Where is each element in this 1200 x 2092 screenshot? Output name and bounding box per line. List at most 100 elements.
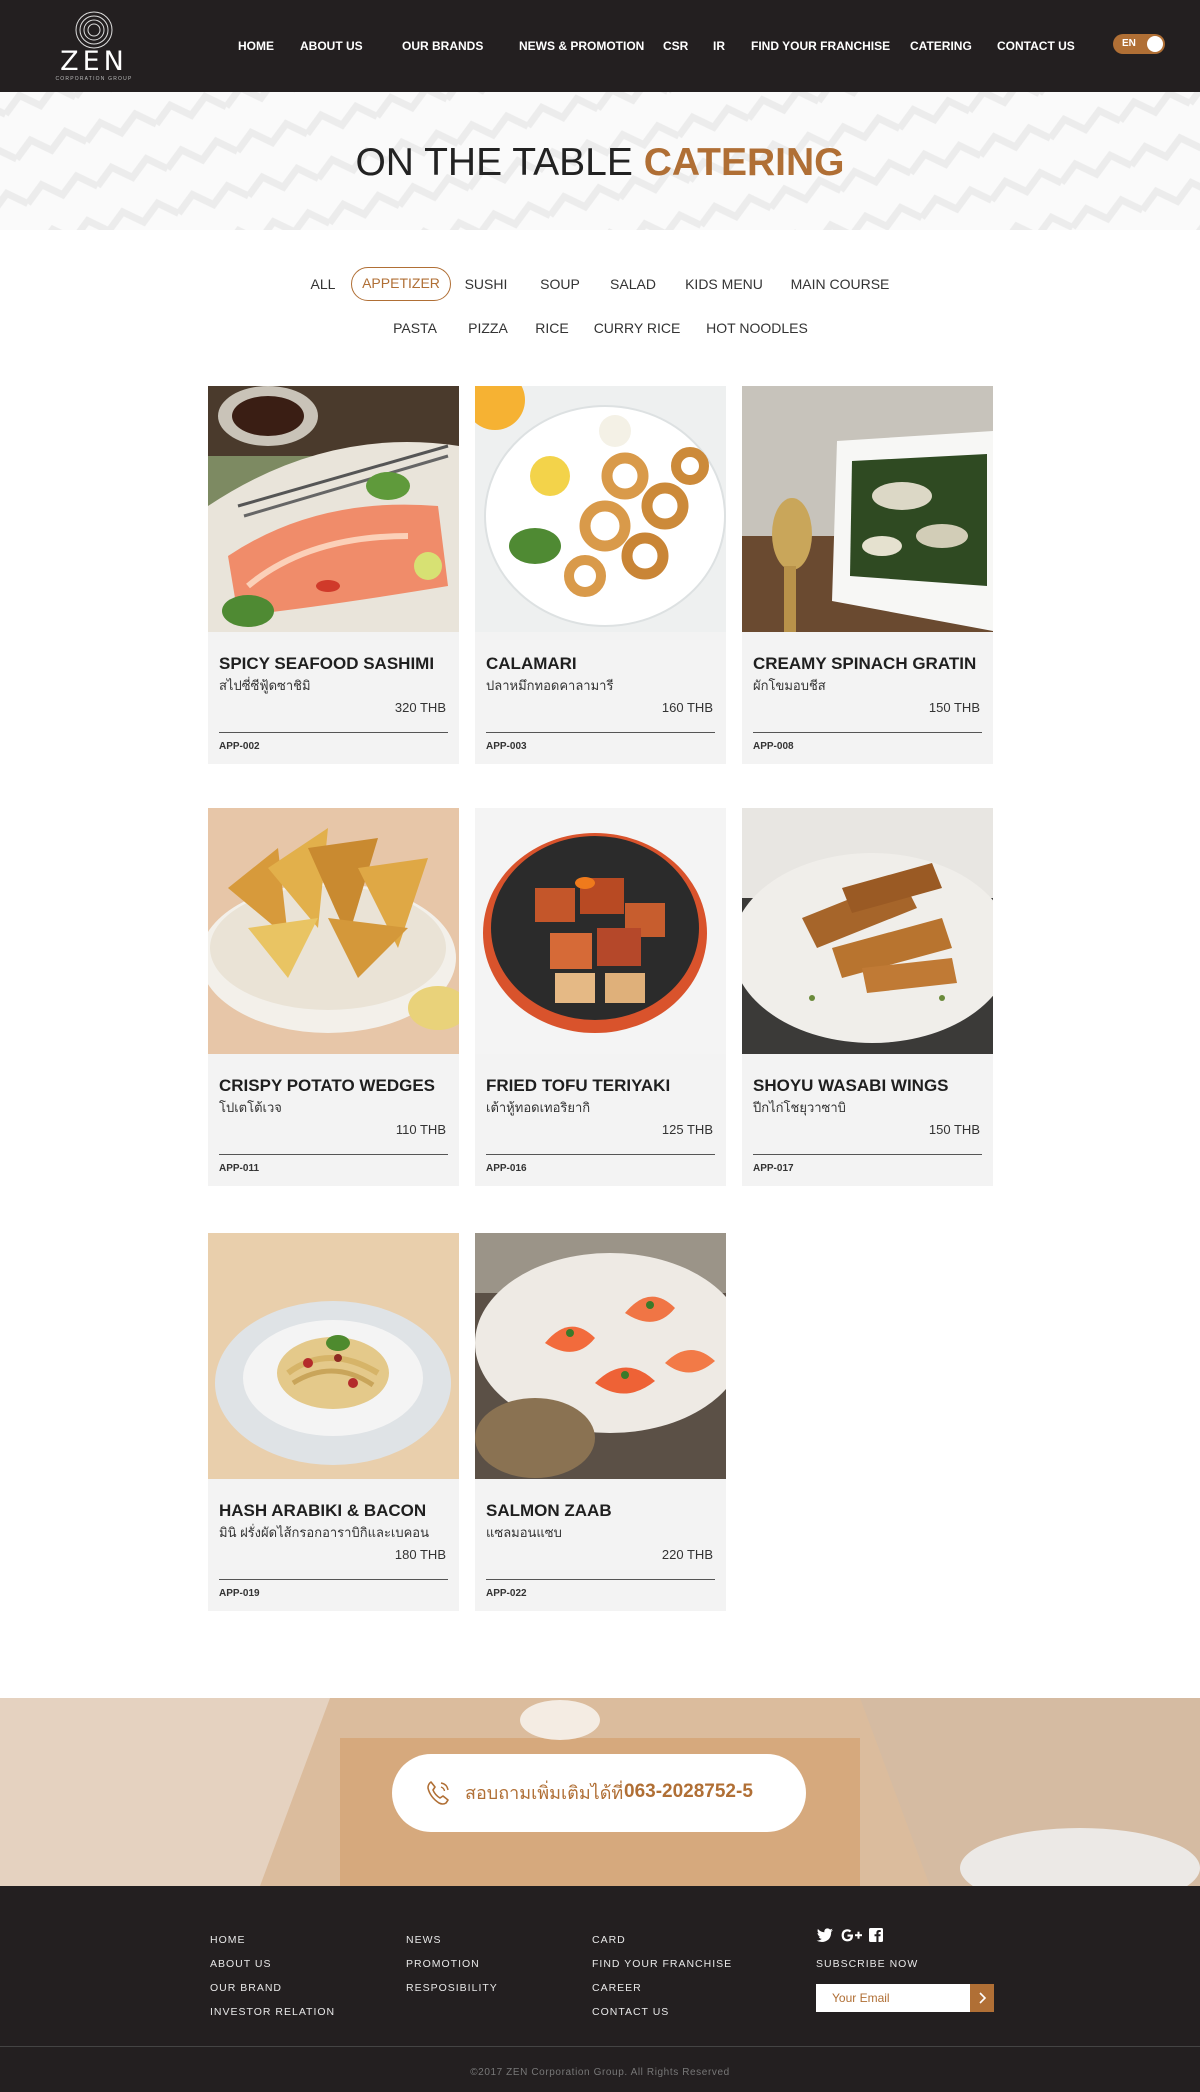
footer-link-card[interactable]: CARD xyxy=(592,1928,732,1952)
twitter-icon[interactable] xyxy=(816,1926,834,1944)
nav-ir[interactable]: IR xyxy=(713,38,725,54)
menu-item-name: SPICY SEAFOOD SASHIMI xyxy=(219,654,435,673)
footer-link-about-us[interactable]: ABOUT US xyxy=(210,1952,335,1976)
chevron-right-icon xyxy=(979,1992,987,2004)
menu-item-thai-name: เต้าหู้ทอดเทอริยากิ xyxy=(486,1100,591,1115)
menu-item-code: APP-008 xyxy=(753,741,794,752)
menu-card[interactable]: FRIED TOFU TERIYAKI เต้าหู้ทอดเทอริยากิ … xyxy=(475,808,726,1186)
footer-link-responsibility[interactable]: RESPOSIBILITY xyxy=(406,1976,498,2000)
menu-item-thai-name: ปีกไก่โชยุวาซาบิ xyxy=(753,1100,846,1115)
menu-item-price: 180 THB xyxy=(394,1547,446,1562)
filter-soup[interactable]: SOUP xyxy=(530,267,590,301)
divider xyxy=(486,732,715,733)
nav-find-your-franchise[interactable]: FIND YOUR FRANCHISE xyxy=(751,38,890,54)
inquiry-text: สอบถามเพิ่มเติมได้ที่ xyxy=(465,1783,624,1803)
menu-item-name: FRIED TOFU TERIYAKI xyxy=(486,1076,671,1095)
menu-item-code: APP-002 xyxy=(219,741,260,752)
nav-our-brands[interactable]: OUR BRANDS xyxy=(402,38,483,54)
footer-link-investor-relation[interactable]: INVESTOR RELATION xyxy=(210,2000,335,2024)
subscribe-email-input[interactable] xyxy=(816,1984,970,2012)
filter-curry-rice[interactable]: CURRY RICE xyxy=(589,311,685,345)
filter-salad[interactable]: SALAD xyxy=(600,267,666,301)
menu-item-code: APP-019 xyxy=(219,1588,260,1599)
nav-about-us[interactable]: ABOUT US xyxy=(300,38,363,54)
page-title: ON THE TABLE CATERING xyxy=(0,140,1200,186)
page-title-part1: ON THE TABLE xyxy=(355,141,633,184)
footer-link-home[interactable]: HOME xyxy=(210,1928,335,1952)
sashimi-photo xyxy=(208,386,459,632)
filter-hot-noodles[interactable]: HOT NOODLES xyxy=(700,311,814,345)
phone-icon xyxy=(427,1781,449,1805)
footer-link-contact-us[interactable]: CONTACT US xyxy=(592,2000,732,2024)
menu-item-price: 125 THB xyxy=(661,1122,713,1137)
filter-pasta[interactable]: PASTA xyxy=(385,311,445,345)
category-filter-row-2: PASTA PIZZA RICE CURRY RICE HOT NOODLES xyxy=(0,311,1200,345)
filter-all[interactable]: ALL xyxy=(302,267,344,301)
footer-link-our-brand[interactable]: OUR BRAND xyxy=(210,1976,335,2000)
footer-link-promotion[interactable]: PROMOTION xyxy=(406,1952,498,1976)
nav-contact-us[interactable]: CONTACT US xyxy=(997,38,1075,54)
menu-item-code: APP-017 xyxy=(753,1163,794,1174)
menu-item-name: HASH ARABIKI & BACON xyxy=(219,1501,427,1520)
pasta-bacon-photo xyxy=(208,1233,459,1479)
nav-csr[interactable]: CSR xyxy=(663,38,688,54)
menu-card[interactable]: SHOYU WASABI WINGS ปีกไก่โชยุวาซาบิ 150 … xyxy=(742,808,993,1186)
menu-item-code: APP-016 xyxy=(486,1163,527,1174)
menu-item-name: SALMON ZAAB xyxy=(486,1501,612,1520)
page-title-part2: CATERING xyxy=(643,141,845,184)
divider xyxy=(219,1154,448,1155)
subscribe-submit-button[interactable] xyxy=(970,1984,994,2012)
filter-pizza[interactable]: PIZZA xyxy=(458,311,518,345)
menu-card[interactable]: CREAMY SPINACH GRATIN ผักโขมอบชีส 150 TH… xyxy=(742,386,993,764)
filter-kids-menu[interactable]: KIDS MENU xyxy=(676,267,772,301)
menu-item-price: 220 THB xyxy=(661,1547,713,1562)
facebook-icon[interactable] xyxy=(868,1926,884,1944)
tofu-teriyaki-photo xyxy=(475,808,726,1054)
language-toggle[interactable]: EN xyxy=(1113,34,1165,54)
footer-link-news[interactable]: NEWS xyxy=(406,1928,498,1952)
menu-item-price: 150 THB xyxy=(928,1122,980,1137)
contact-banner: สอบถามเพิ่มเติมได้ที่ 063-2028752-5 xyxy=(0,1698,1200,1886)
page-hero: ON THE TABLE CATERING xyxy=(0,92,1200,230)
menu-item-price: 110 THB xyxy=(395,1122,446,1137)
menu-card[interactable]: CRISPY POTATO WEDGES โปเตโต้เวจ 110 THB … xyxy=(208,808,459,1186)
footer-column-3: CARD FIND YOUR FRANCHISE CAREER CONTACT … xyxy=(592,1928,732,2024)
menu-item-price: 320 THB xyxy=(394,700,446,715)
divider xyxy=(219,1579,448,1580)
menu-card[interactable]: SPICY SEAFOOD SASHIMI สไปซี่ซีฟู้ดซาชิมิ… xyxy=(208,386,459,764)
filter-rice[interactable]: RICE xyxy=(527,311,577,345)
menu-card[interactable]: HASH ARABIKI & BACON มินิ ฝรั่งผัดไส้กรอ… xyxy=(208,1233,459,1611)
toggle-knob xyxy=(1147,36,1163,52)
filter-sushi[interactable]: SUSHI xyxy=(456,267,516,301)
social-links xyxy=(816,1926,886,1944)
menu-card[interactable]: CALAMARI ปลาหมึกทอดคาลามารี 160 THB APP-… xyxy=(475,386,726,764)
divider xyxy=(486,1154,715,1155)
menu-item-thai-name: ปลาหมึกทอดคาลามารี xyxy=(486,678,614,693)
footer-link-find-your-franchise[interactable]: FIND YOUR FRANCHISE xyxy=(592,1952,732,1976)
nav-catering[interactable]: CATERING xyxy=(910,38,972,54)
divider xyxy=(753,732,982,733)
menu-item-thai-name: แซลมอนแซบ xyxy=(486,1525,562,1540)
menu-item-code: APP-003 xyxy=(486,741,527,752)
menu-item-thai-name: มินิ ฝรั่งผัดไส้กรอกอาราบิกิและเบคอน xyxy=(219,1525,430,1540)
footer-divider xyxy=(0,2046,1200,2047)
menu-card[interactable]: SALMON ZAAB แซลมอนแซบ 220 THB APP-022 xyxy=(475,1233,726,1611)
menu-item-name: CREAMY SPINACH GRATIN xyxy=(753,654,977,673)
filter-main-course[interactable]: MAIN COURSE xyxy=(782,267,898,301)
divider xyxy=(219,732,448,733)
call-inquiry-button[interactable]: สอบถามเพิ่มเติมได้ที่ 063-2028752-5 xyxy=(392,1754,806,1832)
footer-link-career[interactable]: CAREER xyxy=(592,1976,732,2000)
phone-number: 063-2028752-5 xyxy=(624,1781,753,1802)
filter-appetizer[interactable]: APPETIZER xyxy=(351,267,451,301)
nav-news-promotion[interactable]: NEWS & PROMOTION xyxy=(519,38,644,54)
calamari-photo xyxy=(475,386,726,632)
nav-home[interactable]: HOME xyxy=(238,38,274,54)
google-plus-icon[interactable] xyxy=(840,1926,864,1944)
menu-item-name: CRISPY POTATO WEDGES xyxy=(219,1076,435,1095)
divider xyxy=(486,1579,715,1580)
salmon-zaab-photo xyxy=(475,1233,726,1479)
menu-item-code: APP-022 xyxy=(486,1588,527,1599)
divider xyxy=(753,1154,982,1155)
menu-item-code: APP-011 xyxy=(219,1163,260,1174)
potato-wedges-photo xyxy=(208,808,459,1054)
